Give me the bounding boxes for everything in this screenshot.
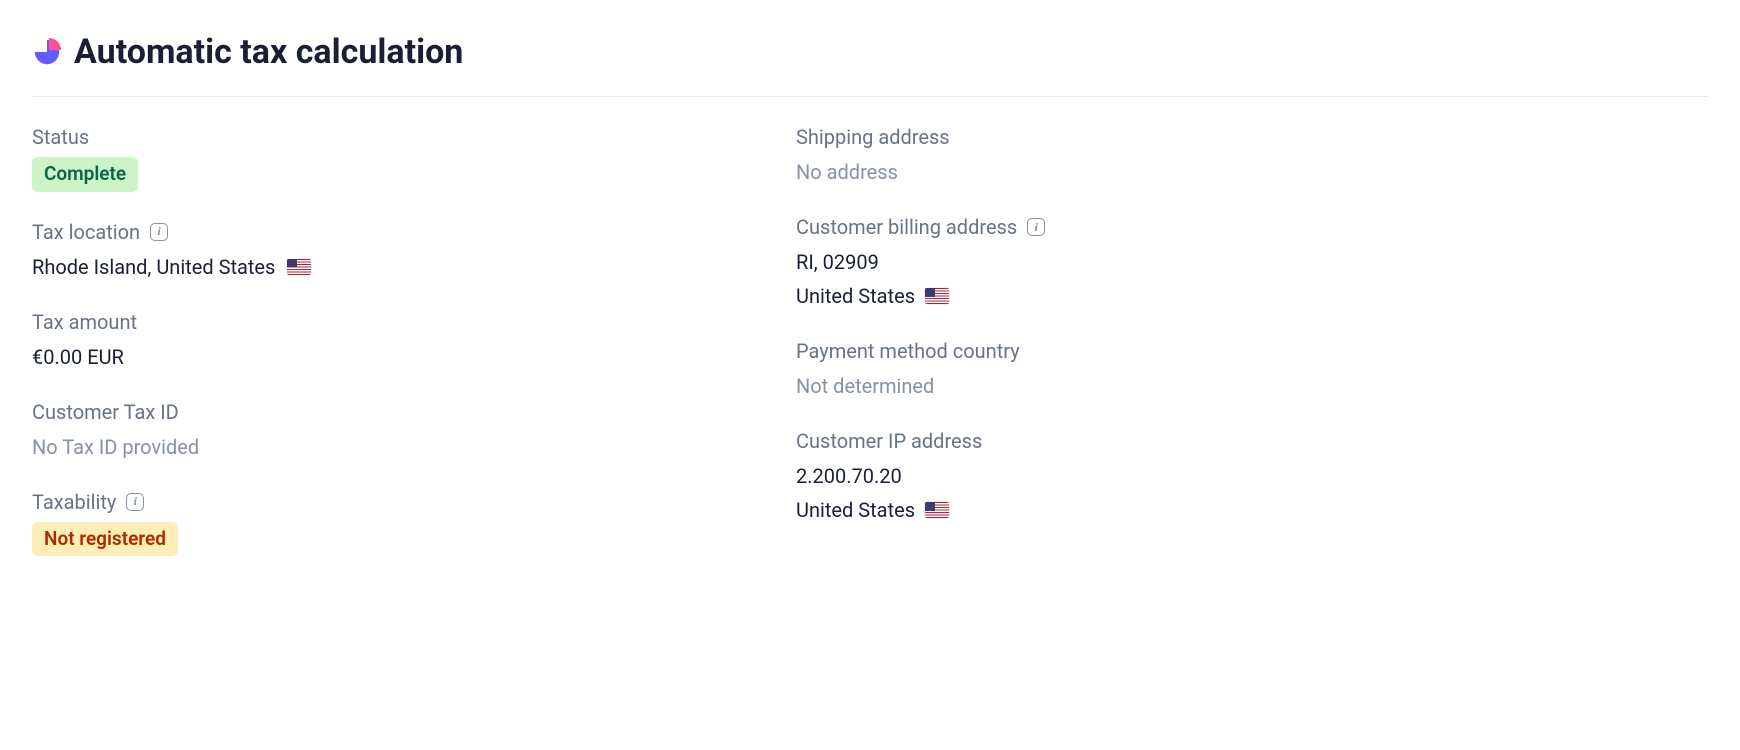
tax-amount-value: €0.00 EUR <box>32 342 732 372</box>
left-column: Status Complete Tax location Rhode Islan… <box>32 125 732 584</box>
payment-method-country-label: Payment method country <box>796 339 1216 363</box>
customer-tax-id-label: Customer Tax ID <box>32 400 732 424</box>
customer-tax-id-field: Customer Tax ID No Tax ID provided <box>32 400 732 462</box>
customer-ip-value: 2.200.70.20 United States <box>796 461 1216 525</box>
tax-amount-label: Tax amount <box>32 310 732 334</box>
billing-address-label: Customer billing address <box>796 215 1216 239</box>
status-badge: Complete <box>32 157 138 192</box>
shipping-address-label: Shipping address <box>796 125 1216 149</box>
billing-address-line1: RI, 02909 <box>796 247 879 277</box>
customer-ip: 2.200.70.20 <box>796 461 902 491</box>
us-flag-icon <box>287 259 311 275</box>
tax-location-label: Tax location <box>32 220 732 244</box>
shipping-address-value: No address <box>796 157 1216 187</box>
us-flag-icon <box>925 502 949 518</box>
customer-tax-id-value: No Tax ID provided <box>32 432 732 462</box>
customer-ip-field: Customer IP address 2.200.70.20 United S… <box>796 429 1216 525</box>
info-icon[interactable] <box>1027 218 1045 236</box>
billing-address-field: Customer billing address RI, 02909 Unite… <box>796 215 1216 311</box>
tax-amount-field: Tax amount €0.00 EUR <box>32 310 732 372</box>
customer-ip-label: Customer IP address <box>796 429 1216 453</box>
section-content: Status Complete Tax location Rhode Islan… <box>32 97 1708 584</box>
tax-pie-icon <box>32 37 62 67</box>
section-title: Automatic tax calculation <box>74 32 463 72</box>
taxability-label: Taxability <box>32 490 732 514</box>
section-header: Automatic tax calculation <box>32 32 1708 97</box>
status-field: Status Complete <box>32 125 732 192</box>
status-label: Status <box>32 125 732 149</box>
taxability-badge: Not registered <box>32 522 178 557</box>
customer-ip-country: United States <box>796 495 915 525</box>
info-icon[interactable] <box>126 493 144 511</box>
us-flag-icon <box>925 288 949 304</box>
tax-location-value: Rhode Island, United States <box>32 252 275 282</box>
billing-address-value: RI, 02909 United States <box>796 247 1216 311</box>
automatic-tax-section: Automatic tax calculation Status Complet… <box>0 0 1740 616</box>
taxability-field: Taxability Not registered <box>32 490 732 557</box>
info-icon[interactable] <box>150 223 168 241</box>
tax-location-value-row: Rhode Island, United States <box>32 252 732 282</box>
billing-address-line2: United States <box>796 281 915 311</box>
shipping-address-field: Shipping address No address <box>796 125 1216 187</box>
tax-location-field: Tax location Rhode Island, United States <box>32 220 732 282</box>
right-column: Shipping address No address Customer bil… <box>796 125 1216 584</box>
payment-method-country-value: Not determined <box>796 371 1216 401</box>
payment-method-country-field: Payment method country Not determined <box>796 339 1216 401</box>
